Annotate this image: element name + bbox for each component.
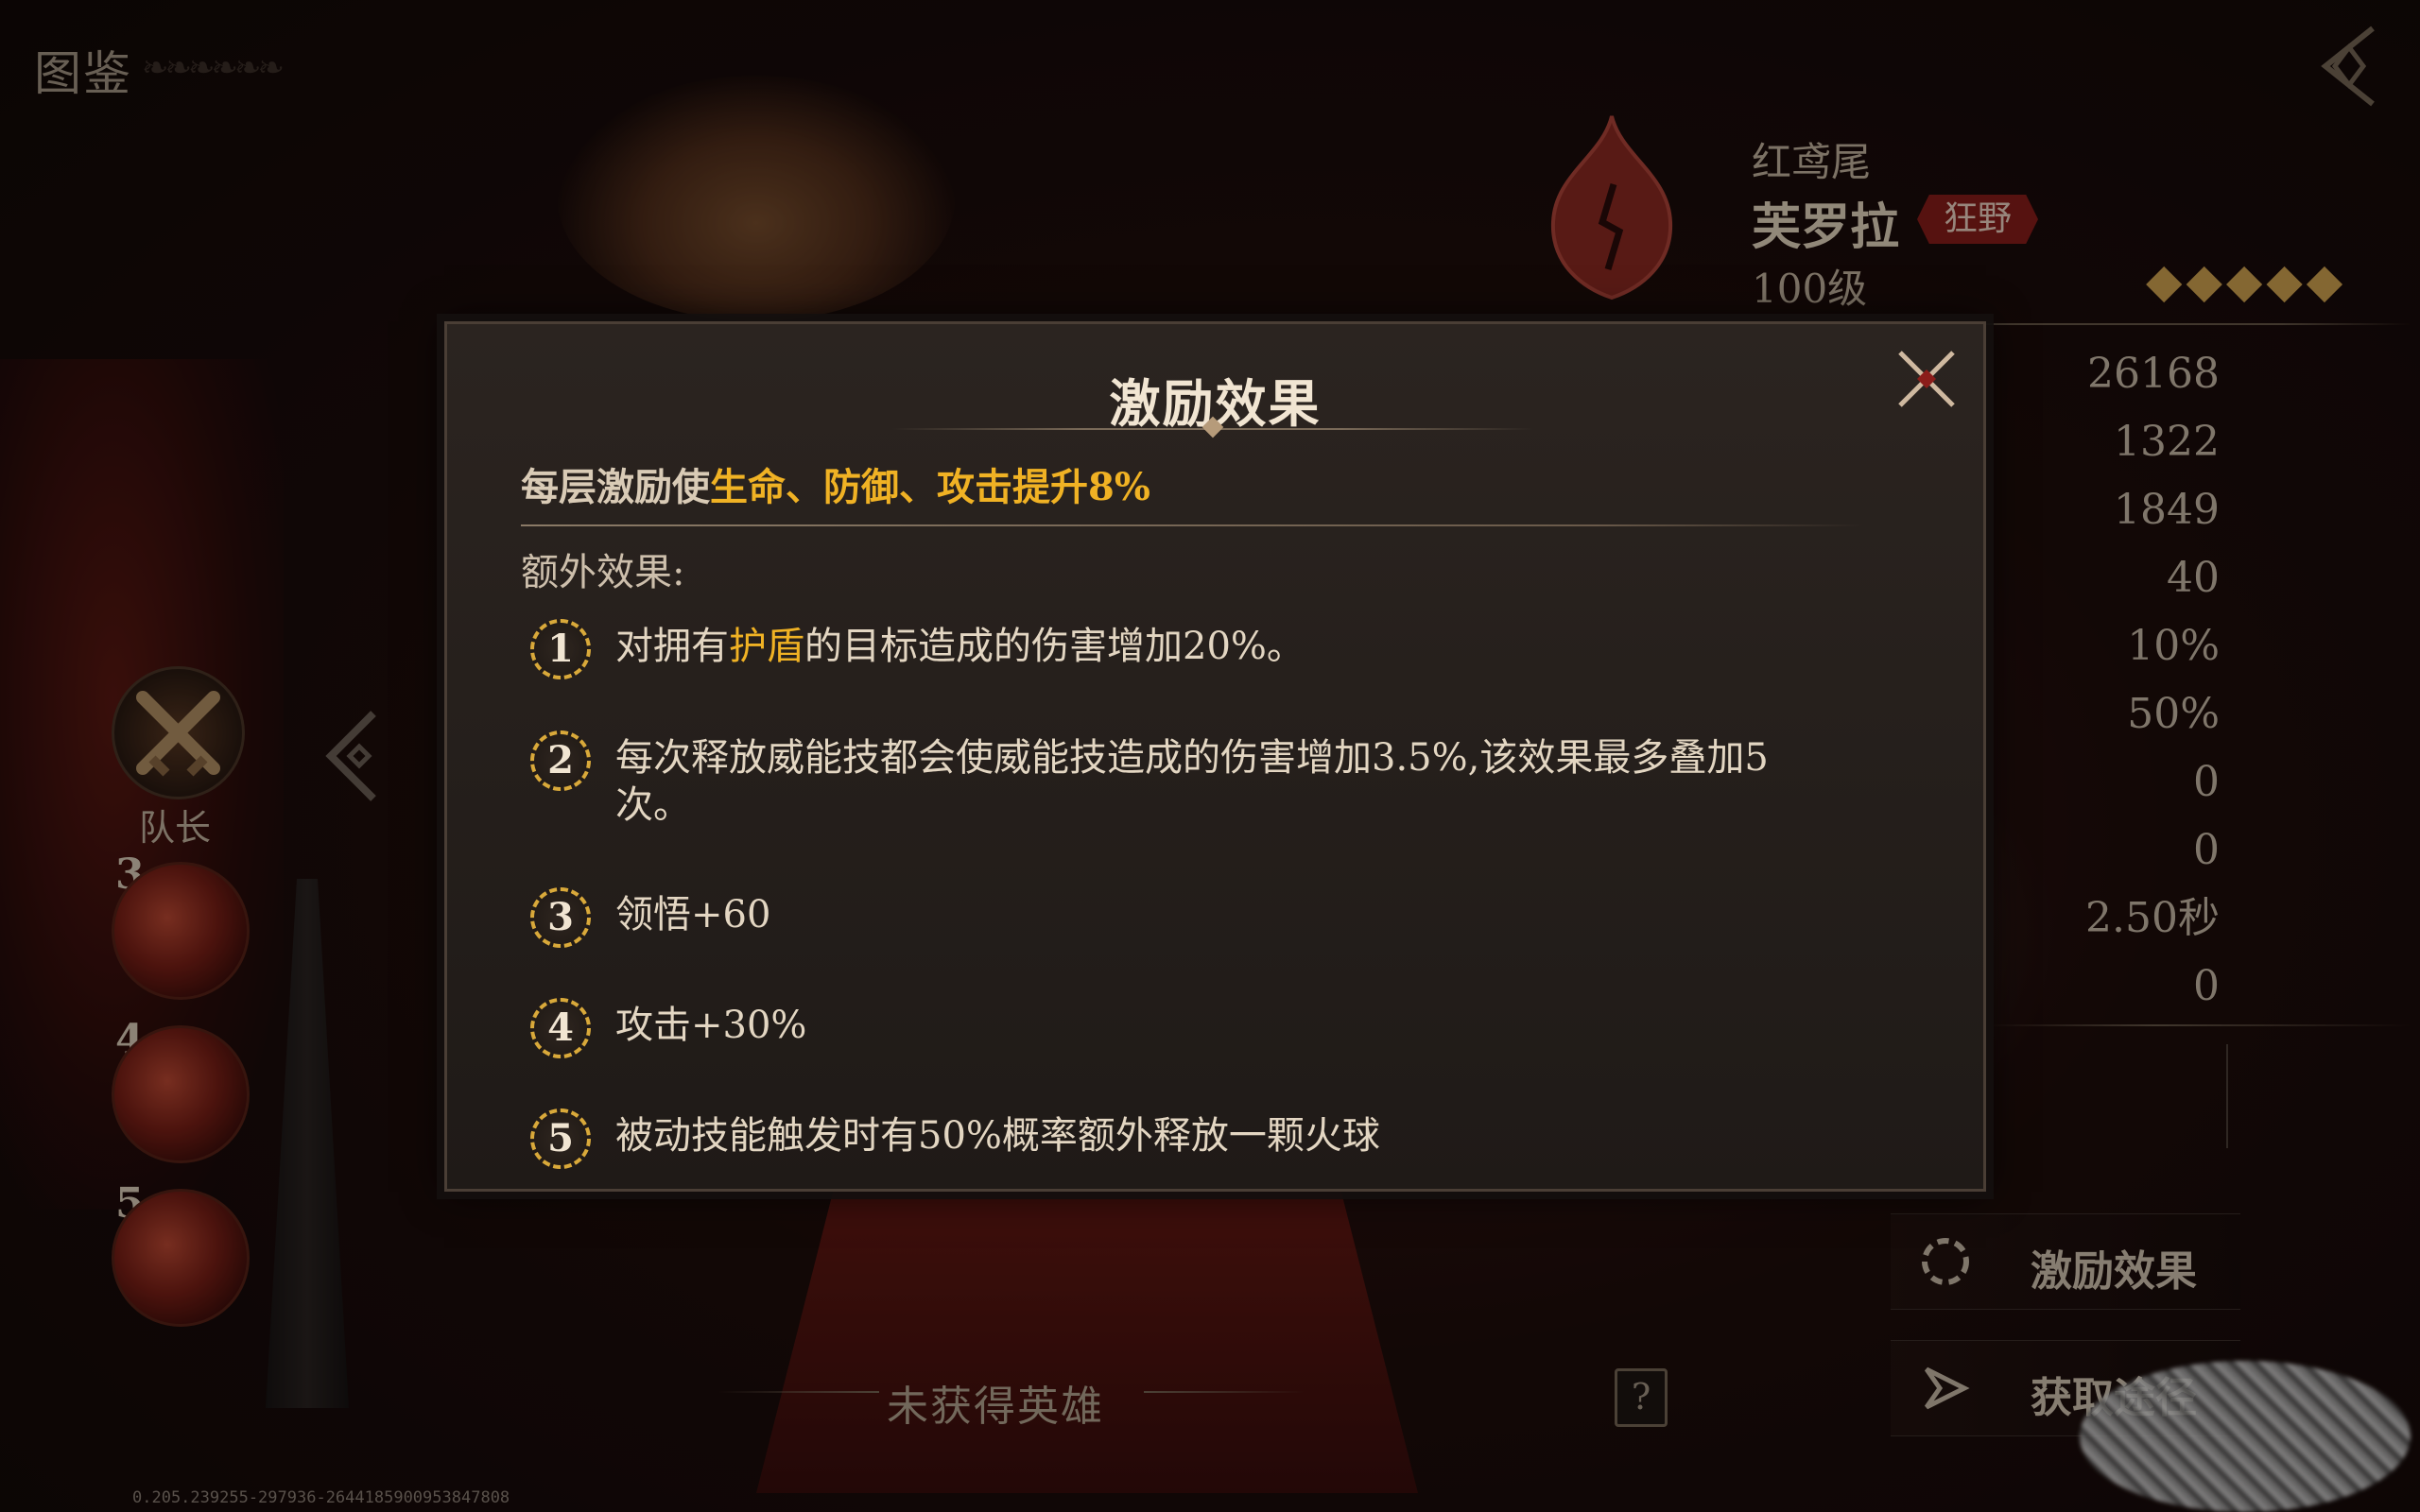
effect-number-badge: 3 (530, 887, 591, 948)
effect-text-part: 对拥有 (615, 625, 729, 668)
close-button[interactable] (1889, 341, 1964, 417)
inspire-summary: 每层激励使生命、防御、攻击提升8% (521, 456, 1150, 511)
summary-prefix: 每层激励使 (521, 465, 710, 509)
close-icon (1898, 351, 1955, 407)
divider (521, 524, 1863, 526)
extra-effects-label: 额外效果: (521, 551, 685, 594)
effect-number-badge: 5 (530, 1108, 591, 1169)
effect-text-part: 的目标造成的伤害增加20%。 (804, 625, 1305, 668)
effect-text: 被动技能触发时有50%概率额外释放一颗火球 (615, 1114, 1380, 1158)
effect-number-badge: 4 (530, 998, 591, 1058)
effect-number-badge: 2 (530, 730, 591, 791)
summary-highlight: 生命、防御、攻击提升8% (710, 465, 1150, 509)
effect-text: 攻击+30% (615, 1004, 807, 1047)
inspire-effect-dialog: 激励效果 每层激励使生命、防御、攻击提升8% 额外效果: 1 对拥有护盾的目标造… (444, 321, 1986, 1192)
effect-number-badge: 1 (530, 619, 591, 679)
effect-text: 每次释放威能技都会使威能技造成的伤害增加3.5%,该效果最多叠加5次。 (615, 736, 1769, 827)
effect-text: 对拥有护盾的目标造成的伤害增加20%。 (615, 623, 1835, 670)
effect-keyword: 护盾 (729, 625, 804, 668)
effect-text: 领悟+60 (615, 893, 771, 936)
